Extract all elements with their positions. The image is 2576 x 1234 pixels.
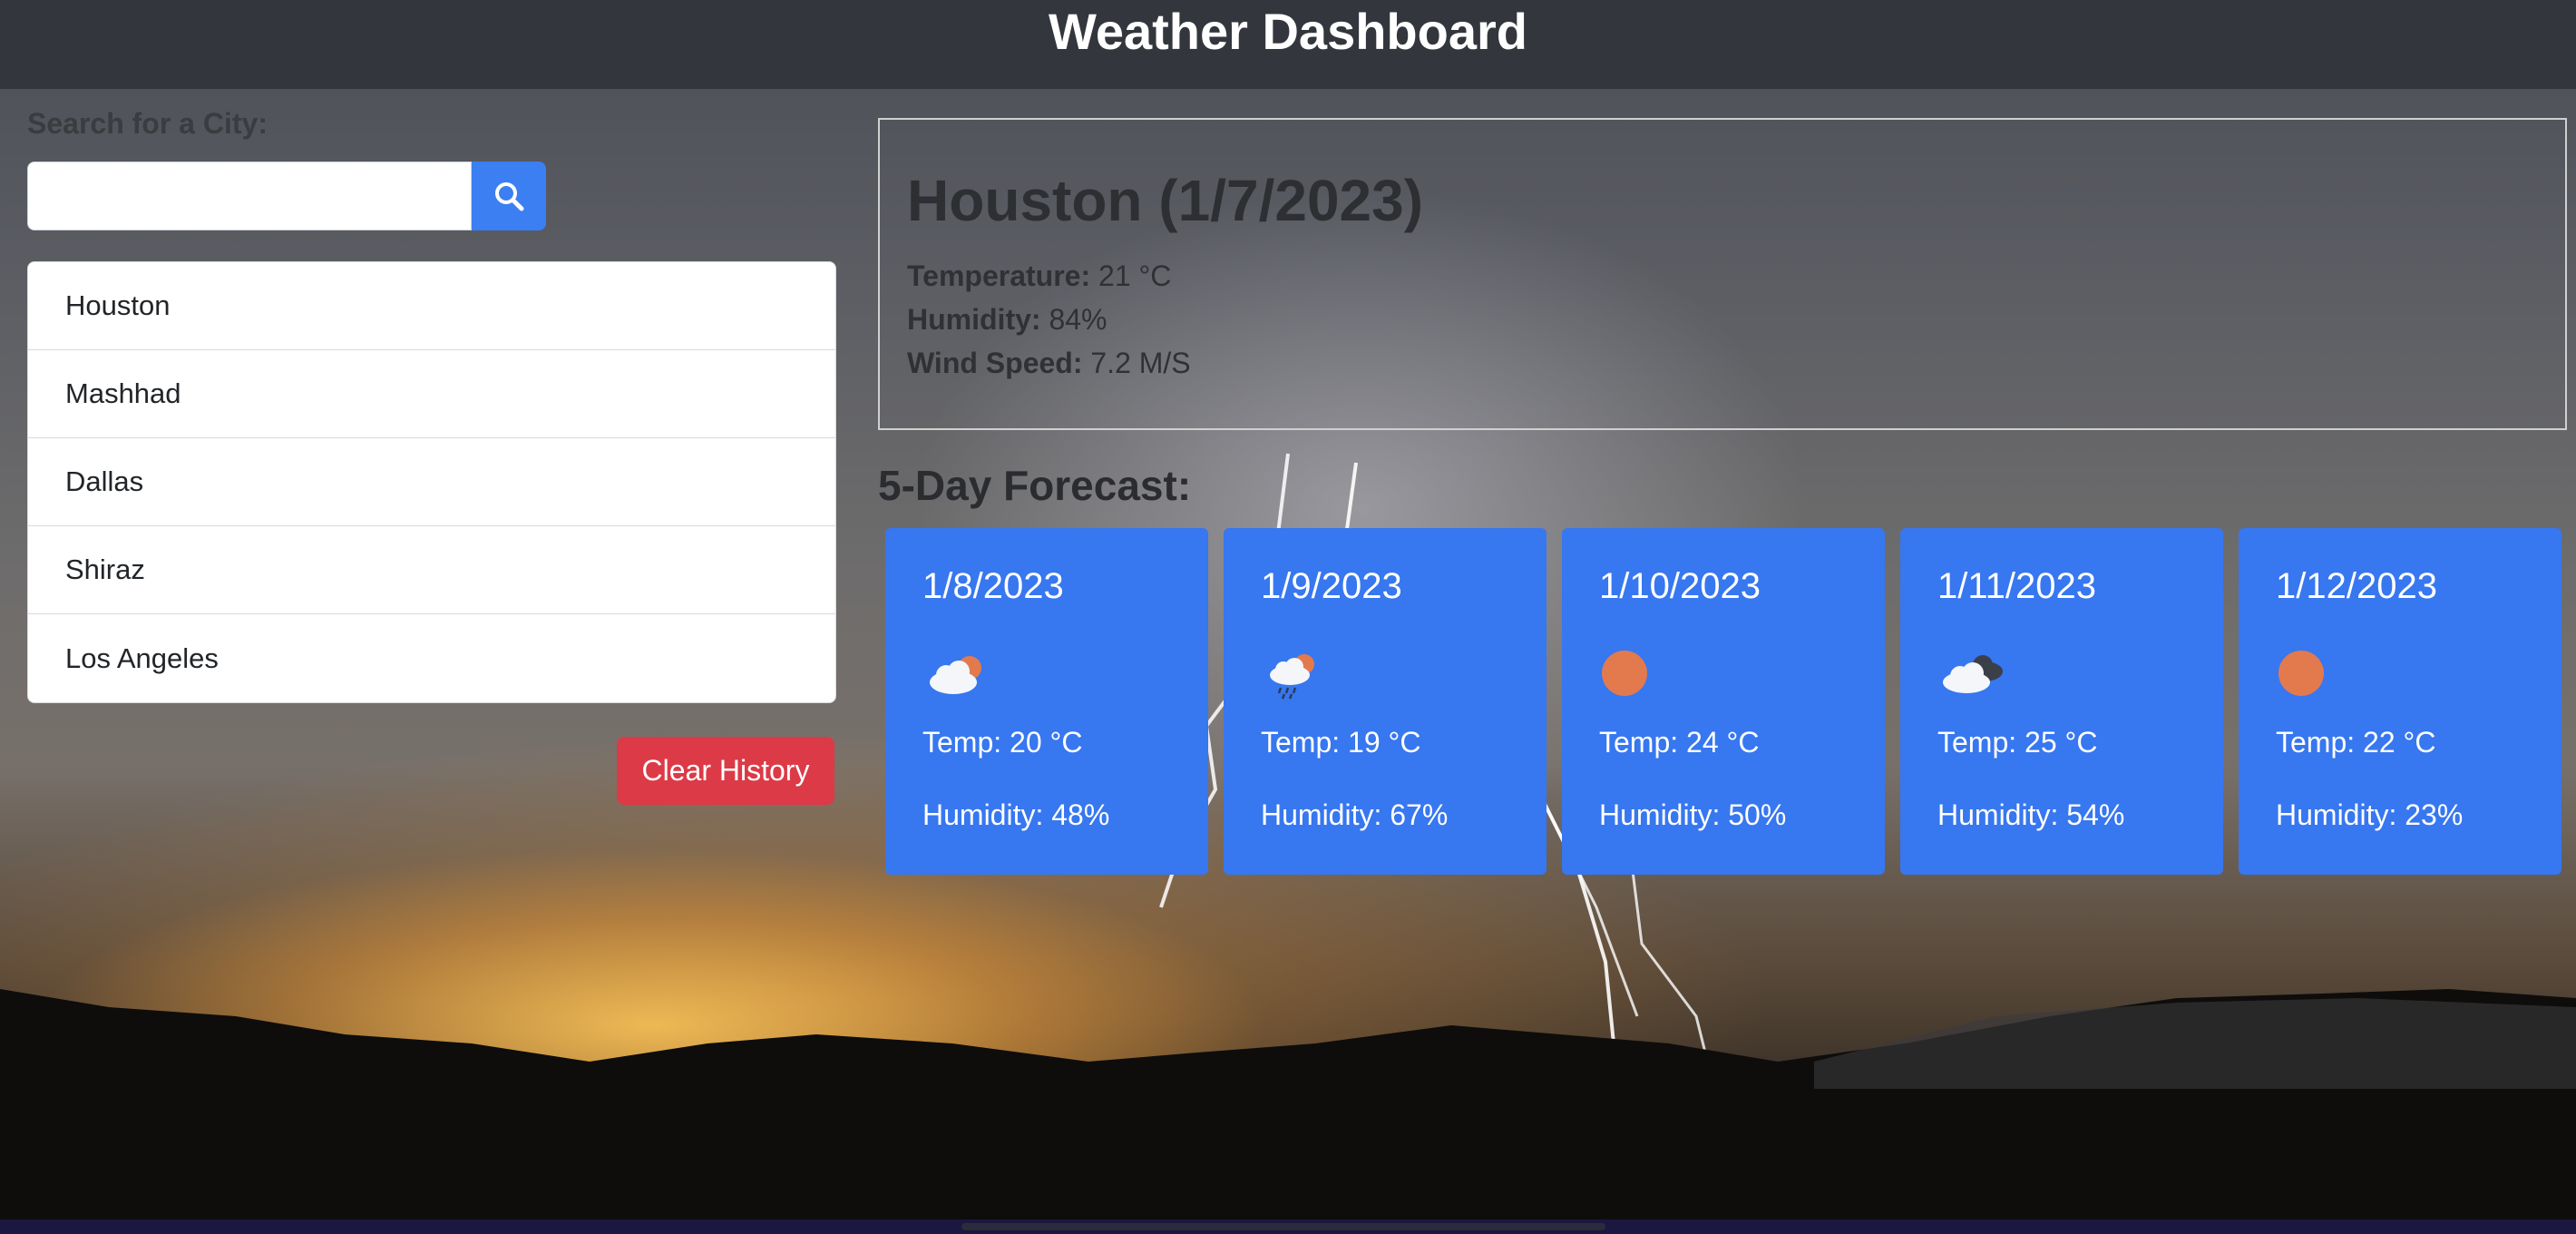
humidity-label: Humidity: xyxy=(907,303,1041,336)
horizontal-scrollbar[interactable] xyxy=(961,1223,1605,1230)
history-item-houston[interactable]: Houston xyxy=(28,262,835,350)
temperature-value: 21 °C xyxy=(1098,260,1172,292)
mist-icon xyxy=(1464,196,1511,216)
forecast-card: 1/9/2023 Temp: 19 °C Humidity: 67% xyxy=(1224,528,1547,875)
clear-history-button[interactable]: Clear History xyxy=(617,737,834,805)
search-history-list: Houston Mashhad Dallas Shiraz Los Angele… xyxy=(27,261,836,703)
sun-icon xyxy=(1602,651,1647,696)
forecast-temp: Temp: 22 °C xyxy=(2276,726,2436,759)
forecast-date: 1/9/2023 xyxy=(1261,566,1402,606)
current-wind-speed: Wind Speed: 7.2 M/S xyxy=(907,347,1191,380)
history-item-mashhad[interactable]: Mashhad xyxy=(28,350,835,438)
forecast-temp: Temp: 25 °C xyxy=(1937,726,2098,759)
forecast-humidity: Humidity: 67% xyxy=(1261,798,1449,831)
history-item-shiraz[interactable]: Shiraz xyxy=(28,526,835,614)
forecast-humidity: Humidity: 48% xyxy=(922,798,1110,831)
forecast-card: 1/10/2023 Temp: 24 °C Humidity: 50% xyxy=(1562,528,1885,875)
sun-icon xyxy=(2278,651,2324,696)
rain-sun-icon xyxy=(1270,654,1314,700)
forecast-title: 5-Day Forecast: xyxy=(878,462,1192,509)
forecast-temp: Temp: 24 °C xyxy=(1599,726,1760,759)
forecast-card: 1/12/2023 Temp: 22 °C Humidity: 23% xyxy=(2239,528,2561,875)
forecast-card: 1/11/2023 Temp: 25 °C Humidity: 54% xyxy=(1900,528,2223,875)
current-humidity: Humidity: 84% xyxy=(907,303,1107,337)
app-header: Weather Dashboard xyxy=(0,0,2576,89)
forecast-date: 1/11/2023 xyxy=(1937,566,2096,606)
forecast-card: 1/8/2023 Temp: 20 °C Humidity: 48% xyxy=(885,528,1208,875)
page-title: Weather Dashboard xyxy=(1049,3,1527,60)
city-search-input[interactable] xyxy=(27,162,472,230)
forecast-temp: Temp: 20 °C xyxy=(922,726,1083,759)
forecast-date: 1/8/2023 xyxy=(922,566,1064,606)
forecast-humidity: Humidity: 50% xyxy=(1599,798,1787,831)
current-city-title: Houston (1/7/2023) xyxy=(907,168,1424,233)
history-item-los-angeles[interactable]: Los Angeles xyxy=(28,614,835,702)
history-item-dallas[interactable]: Dallas xyxy=(28,438,835,526)
search-label: Search for a City: xyxy=(27,107,268,140)
search-icon xyxy=(495,182,524,211)
forecast-humidity: Humidity: 23% xyxy=(2276,798,2464,831)
humidity-value: 84% xyxy=(1049,303,1107,336)
current-temperature: Temperature: 21 °C xyxy=(907,260,1171,293)
temperature-label: Temperature: xyxy=(907,260,1091,292)
forecast-temp: Temp: 19 °C xyxy=(1261,726,1421,759)
wind-speed-label: Wind Speed: xyxy=(907,347,1083,379)
forecast-date: 1/12/2023 xyxy=(2276,566,2437,606)
forecast-humidity: Humidity: 54% xyxy=(1937,798,2125,831)
partly-cloudy-icon xyxy=(930,656,981,694)
broken-clouds-icon xyxy=(1943,655,2003,693)
search-button[interactable] xyxy=(472,162,546,230)
wind-speed-value: 7.2 M/S xyxy=(1090,347,1191,379)
current-weather-panel: Houston (1/7/2023) Temperature: 21 °C Hu… xyxy=(878,118,2567,430)
forecast-date: 1/10/2023 xyxy=(1599,566,1761,606)
